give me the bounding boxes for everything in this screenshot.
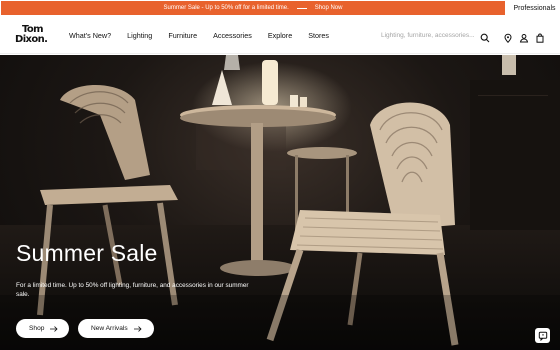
- promo-row: Summer Sale - Up to 50% off for a limite…: [0, 0, 560, 16]
- nav-accessories[interactable]: Accessories: [213, 31, 252, 40]
- main-nav: What's New? Lighting Furniture Accessori…: [69, 16, 329, 54]
- site-header: Tom Dixon. What's New? Lighting Furnitur…: [0, 16, 560, 54]
- logo-line-2: Dixon.: [15, 34, 48, 45]
- hero-description: For a limited time. Up to 50% off lighti…: [16, 282, 249, 298]
- search-box: [374, 26, 495, 44]
- hero-banner: Summer Sale For a limited time. Up to 50…: [0, 55, 560, 350]
- arrow-right-icon: [133, 325, 142, 332]
- new-arrivals-button[interactable]: New Arrivals: [78, 319, 154, 338]
- user-icon[interactable]: [519, 30, 529, 43]
- nav-explore[interactable]: Explore: [268, 31, 292, 40]
- nav-furniture[interactable]: Furniture: [168, 31, 197, 40]
- nav-lighting[interactable]: Lighting: [127, 31, 152, 40]
- location-pin-icon[interactable]: [503, 30, 513, 44]
- shopping-bag-icon[interactable]: [535, 30, 545, 43]
- new-arrivals-button-label: New Arrivals: [91, 325, 128, 332]
- hero-image: [0, 55, 560, 350]
- hero-title: Summer Sale: [16, 240, 158, 266]
- nav-stores[interactable]: Stores: [308, 31, 329, 40]
- promo-message: Summer Sale - Up to 50% off for a limite…: [163, 5, 289, 11]
- arrow-right-icon: [50, 325, 58, 332]
- promo-banner: Summer Sale - Up to 50% off for a limite…: [1, 1, 505, 15]
- search-icon[interactable]: [480, 30, 490, 43]
- search-input[interactable]: [381, 31, 481, 39]
- chat-icon[interactable]: [535, 328, 550, 343]
- promo-separator: [296, 7, 307, 9]
- shop-button-label: Shop: [29, 325, 45, 332]
- professionals-link[interactable]: Professionals: [509, 0, 560, 16]
- promo-shop-now-link[interactable]: Shop Now: [315, 5, 343, 11]
- shop-button[interactable]: Shop: [16, 319, 69, 338]
- tom-dixon-logo[interactable]: Tom Dixon.: [15, 25, 55, 47]
- nav-whats-new[interactable]: What's New?: [69, 31, 111, 40]
